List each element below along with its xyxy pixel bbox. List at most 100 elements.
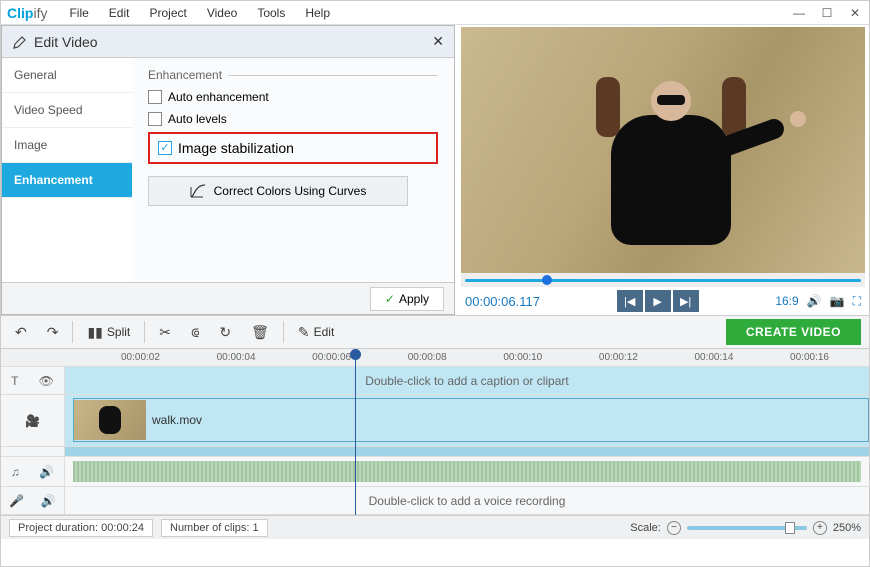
menu-video[interactable]: Video [197, 6, 247, 20]
scale-control: Scale: − + 250% [630, 521, 861, 535]
edit-clip-button[interactable]: ✎ Edit [292, 321, 340, 344]
edit-panel-header: Edit Video ✕ [2, 26, 454, 58]
close-panel-button[interactable]: ✕ [432, 33, 444, 50]
correct-colors-curves-button[interactable]: Correct Colors Using Curves [148, 176, 408, 206]
voice-volume-icon[interactable]: 🔊 [41, 494, 56, 508]
preview-video[interactable] [461, 27, 865, 273]
enhancement-content: Enhancement Auto enhancement Auto levels… [132, 58, 454, 282]
undo-icon: ↶ [15, 324, 27, 341]
mic-track-icon: 🎤 [9, 494, 24, 508]
clip-thumbnail [74, 400, 146, 440]
rotate-icon: ↻ [219, 324, 231, 341]
trash-icon: 🗑 [251, 324, 269, 341]
main-area: Edit Video ✕ General Video Speed Image E… [1, 25, 869, 315]
scissors-icon: ✂ [159, 324, 171, 341]
playhead[interactable] [355, 349, 356, 515]
edit-panel-body: General Video Speed Image Enhancement En… [2, 58, 454, 282]
voice-hint: Double-click to add a voice recording [369, 494, 566, 508]
visibility-icon[interactable]: 👁 [39, 374, 54, 388]
zoom-slider-knob[interactable] [785, 522, 795, 534]
menu-tools[interactable]: Tools [247, 6, 295, 20]
preview-panel: 00:00:06.117 |◀ ▶ ▶| 16:9 🔊 📷 ⛶ [455, 25, 869, 315]
maximize-button[interactable]: ☐ [819, 6, 835, 20]
waveform [73, 461, 861, 482]
split-button[interactable]: ▮▮ Split [81, 321, 136, 344]
menu-edit[interactable]: Edit [99, 6, 140, 20]
check-icon: ✓ [385, 292, 395, 306]
clip-name: walk.mov [152, 413, 202, 427]
scale-label: Scale: [630, 522, 661, 534]
ruler-tick: 00:00:14 [694, 352, 733, 363]
rotate-button[interactable]: ↻ [213, 321, 237, 344]
image-stabilization-option[interactable]: Image stabilization [158, 140, 428, 156]
image-stabilization-label: Image stabilization [178, 140, 294, 156]
tab-general[interactable]: General [2, 58, 132, 93]
fullscreen-icon[interactable]: ⛶ [853, 294, 861, 309]
crop-button[interactable]: ⟃ [185, 321, 205, 344]
project-duration: Project duration: 00:00:24 [9, 519, 153, 537]
edit-panel-title: Edit Video [34, 34, 98, 50]
split-icon: ▮▮ [87, 324, 102, 341]
next-frame-button[interactable]: ▶| [673, 290, 699, 312]
redo-button[interactable]: ↷ [41, 321, 65, 344]
tab-enhancement[interactable]: Enhancement [2, 163, 132, 198]
menu-help[interactable]: Help [295, 6, 340, 20]
text-track-body[interactable]: Double-click to add a caption or clipart [65, 367, 869, 394]
ruler-tick: 00:00:12 [599, 352, 638, 363]
scrubber-thumb[interactable] [542, 275, 552, 285]
tab-video-speed[interactable]: Video Speed [2, 93, 132, 128]
preview-frame [461, 27, 865, 273]
auto-levels-option[interactable]: Auto levels [148, 112, 438, 126]
delete-button[interactable]: 🗑 [245, 321, 275, 344]
music-track-icon: ♫ [11, 465, 20, 479]
snapshot-icon[interactable]: 📷 [830, 294, 845, 308]
voice-track-body[interactable]: Double-click to add a voice recording [65, 487, 869, 514]
prev-frame-button[interactable]: |◀ [617, 290, 643, 312]
auto-enhancement-option[interactable]: Auto enhancement [148, 90, 438, 104]
auto-enhancement-label: Auto enhancement [168, 90, 269, 104]
edit-icon: ✎ [298, 324, 310, 341]
minimize-button[interactable]: — [791, 6, 807, 20]
tab-image[interactable]: Image [2, 128, 132, 163]
undo-button[interactable]: ↶ [9, 321, 33, 344]
status-bar: Project duration: 00:00:24 Number of cli… [1, 515, 869, 539]
zoom-in-button[interactable]: + [813, 521, 827, 535]
audio-track-body[interactable] [65, 457, 869, 486]
text-track-icon: T [11, 374, 18, 388]
audio-track: ♫🔊 [1, 457, 869, 487]
video-clip[interactable]: walk.mov [73, 398, 869, 442]
caption-hint: Double-click to add a caption or clipart [365, 374, 568, 388]
create-video-button[interactable]: CREATE VIDEO [726, 319, 861, 345]
app-logo: Clipify [7, 5, 47, 21]
audio-volume-icon[interactable]: 🔊 [39, 465, 54, 479]
image-stabilization-checkbox[interactable] [158, 141, 172, 155]
preview-timecode: 00:00:06.117 [465, 294, 540, 309]
play-button[interactable]: ▶ [645, 290, 671, 312]
ruler-tick: 00:00:16 [790, 352, 829, 363]
timeline-toolbar: ↶ ↷ ▮▮ Split ✂ ⟃ ↻ 🗑 ✎ Edit CREATE VIDEO [1, 315, 869, 349]
ruler-tick: 00:00:08 [408, 352, 447, 363]
menu-project[interactable]: Project [139, 6, 196, 20]
auto-levels-checkbox[interactable] [148, 112, 162, 126]
timeline-ruler[interactable]: 00:00:02 00:00:04 00:00:06 00:00:08 00:0… [1, 349, 869, 367]
timeline: T 👁 Double-click to add a caption or clip… [1, 367, 869, 515]
ruler-tick: 00:00:06 [312, 352, 351, 363]
apply-button[interactable]: ✓ Apply [370, 287, 444, 311]
edit-video-panel: Edit Video ✕ General Video Speed Image E… [1, 25, 455, 315]
curves-icon [190, 184, 206, 198]
preview-scrubber[interactable] [461, 273, 865, 287]
redo-icon: ↷ [47, 324, 59, 341]
video-track: 🎥 walk.mov [1, 395, 869, 447]
ruler-tick: 00:00:04 [217, 352, 256, 363]
aspect-ratio-label[interactable]: 16:9 [775, 294, 798, 308]
zoom-slider[interactable] [687, 526, 807, 530]
auto-enhancement-checkbox[interactable] [148, 90, 162, 104]
menu-file[interactable]: File [59, 6, 98, 20]
close-window-button[interactable]: ✕ [847, 6, 863, 20]
volume-icon[interactable]: 🔊 [807, 294, 822, 308]
video-track-body[interactable]: walk.mov [65, 395, 869, 446]
edit-tabs: General Video Speed Image Enhancement [2, 58, 132, 282]
scale-value: 250% [833, 522, 861, 534]
zoom-out-button[interactable]: − [667, 521, 681, 535]
cut-button[interactable]: ✂ [153, 321, 177, 344]
